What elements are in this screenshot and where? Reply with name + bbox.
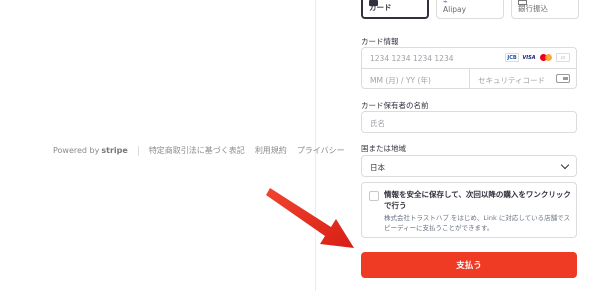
save-info-checkbox[interactable] [369, 191, 379, 201]
amex-icon: ▭ [556, 53, 570, 62]
pay-button[interactable]: 支払う [361, 252, 577, 278]
tab-bank-transfer[interactable]: 銀行振込 [511, 0, 579, 19]
tab-alipay[interactable]: ⌁ Alipay [436, 0, 504, 19]
tab-bank-label: 銀行振込 [518, 4, 548, 13]
cardholder-label: カード保有者の名前 [361, 101, 429, 110]
tab-alipay-label: Alipay [443, 5, 467, 14]
card-info-label: カード情報 [361, 37, 399, 46]
checkout-footer: Powered by stripe 特定商取引法に基づく表記 利用規約 プライバ… [53, 145, 355, 156]
mastercard-icon [539, 53, 553, 62]
visa-icon: VISA [522, 53, 536, 62]
card-brands: JCB VISA ▭ [505, 53, 570, 62]
cardholder-name-input[interactable]: 氏名 [361, 111, 577, 133]
powered-by-text: Powered by [53, 146, 100, 155]
card-number-placeholder: 1234 1234 1234 1234 [370, 54, 454, 63]
payment-method-tabs: カード ⌁ Alipay 銀行振込 [361, 0, 579, 19]
card-info-group: 1234 1234 1234 1234 JCB VISA ▭ MM (月) / … [361, 47, 577, 89]
legal-notice-link[interactable]: 特定商取引法に基づく表記 [149, 145, 245, 156]
cvc-field[interactable]: セキュリティコード [470, 69, 576, 89]
terms-link[interactable]: 利用規約 [255, 145, 287, 156]
save-info-description: 株式会社トラストハブ をはじめ、Link に対応している店舗でスピーディーに支払… [384, 214, 571, 232]
expiry-field[interactable]: MM (月) / YY (年) [362, 69, 469, 89]
arrow-shaft [266, 188, 354, 248]
footer-separator [137, 145, 139, 156]
save-info-box: 情報を安全に保存して、次回以降の購入をワンクリックで行う 株式会社トラストハブ … [361, 182, 577, 238]
country-select[interactable]: 日本 [361, 155, 577, 177]
cvc-placeholder: セキュリティコード [478, 76, 546, 85]
chevron-down-icon [560, 160, 570, 170]
card-number-field[interactable]: 1234 1234 1234 1234 JCB VISA ▭ [362, 48, 576, 69]
privacy-link[interactable]: プライバシー [297, 145, 345, 156]
cvc-icon [556, 74, 570, 83]
country-value: 日本 [370, 163, 385, 172]
jcb-icon: JCB [505, 53, 519, 62]
tab-card[interactable]: カード [361, 0, 429, 19]
save-info-title: 情報を安全に保存して、次回以降の購入をワンクリックで行う [384, 190, 571, 210]
expiry-placeholder: MM (月) / YY (年) [370, 76, 431, 85]
card-expiry-cvc-row: MM (月) / YY (年) セキュリティコード [362, 69, 576, 89]
tab-card-label: カード [369, 3, 392, 12]
stripe-link[interactable]: stripe [101, 146, 127, 155]
country-label: 国または地域 [361, 144, 406, 153]
cardholder-placeholder: 氏名 [370, 119, 385, 128]
